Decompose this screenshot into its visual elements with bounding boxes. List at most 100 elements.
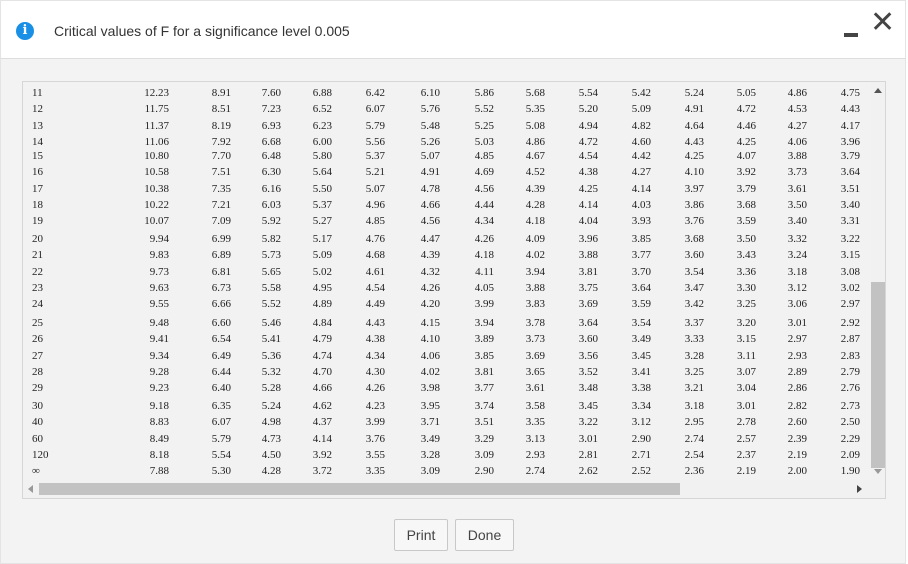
table-cell: 3.88 (787, 150, 807, 162)
table-cell: 4.54 (578, 150, 598, 162)
done-button[interactable]: Done (455, 519, 514, 551)
df-label: 25 (32, 317, 43, 329)
table-cell: 5.25 (474, 120, 494, 132)
horizontal-scroll-thumb[interactable] (39, 483, 680, 495)
table-cell: 4.06 (787, 136, 807, 148)
table-row: 25 9.48 6.60 5.46 4.84 4.43 4.15 3.94 3.78 3.64 3.… (23, 315, 871, 331)
table-row: 13 11.37 8.19 6.93 6.23 5.79 5.48 5.25 5.08 4.94 4… (23, 118, 871, 134)
vertical-scroll-thumb[interactable] (871, 282, 885, 468)
table-row: ∞ 7.88 5.30 4.28 3.72 3.35 3.09 2.90 2.74 2.62 2.5… (23, 463, 871, 479)
table-cell: 3.01 (736, 400, 756, 412)
table-cell: 4.54 (365, 282, 385, 294)
table-cell: 3.74 (474, 400, 494, 412)
table-cell: 3.35 (525, 416, 545, 428)
table-cell: 3.65 (525, 366, 545, 378)
minimize-icon[interactable] (844, 22, 860, 38)
table-cell: 5.65 (261, 266, 281, 278)
table-cell: 2.36 (684, 465, 704, 477)
table-cell: 3.29 (474, 433, 494, 445)
scroll-up-icon[interactable] (874, 88, 882, 93)
table-cell: 3.99 (365, 416, 385, 428)
horizontal-scrollbar[interactable] (23, 480, 885, 498)
table-cell: 6.99 (211, 233, 231, 245)
print-button[interactable]: Print (394, 519, 448, 551)
table-cell: 2.00 (787, 465, 807, 477)
table-cell: 9.41 (149, 333, 169, 345)
table-cell: 5.37 (365, 150, 385, 162)
info-icon: i (16, 22, 34, 40)
table-cell: 2.92 (840, 317, 860, 329)
df-label: 20 (32, 233, 43, 245)
table-cell: 6.40 (211, 382, 231, 394)
table-cell: 4.07 (736, 150, 756, 162)
table-cell: 4.18 (474, 249, 494, 261)
table-row: 30 9.18 6.35 5.24 4.62 4.23 3.95 3.74 3.58 3.45 3.… (23, 398, 871, 414)
table-cell: 3.51 (474, 416, 494, 428)
f-table: 11 12.23 8.91 7.60 6.88 6.42 6.10 5.86 5.68 5.54 5… (23, 82, 871, 480)
df-label: 18 (32, 199, 43, 211)
table-cell: 5.52 (261, 298, 281, 310)
table-cell: 3.18 (684, 400, 704, 412)
table-cell: 3.40 (787, 215, 807, 227)
table-row: 22 9.73 6.81 5.65 5.02 4.61 4.32 4.11 3.94 3.81 3.… (23, 264, 871, 280)
table-cell: 2.74 (684, 433, 704, 445)
table-cell: 7.21 (211, 199, 231, 211)
table-cell: 3.20 (736, 317, 756, 329)
table-cell: 3.08 (840, 266, 860, 278)
table-cell: 5.64 (312, 166, 332, 178)
table-cell: 2.50 (840, 416, 860, 428)
table-cell: 3.76 (684, 215, 704, 227)
table-cell: 3.64 (578, 317, 598, 329)
table-cell: 6.48 (261, 150, 281, 162)
vertical-scrollbar[interactable] (871, 82, 885, 480)
table-row: 17 10.38 7.35 6.16 5.50 5.07 4.78 4.56 4.39 4.25 4… (23, 181, 871, 197)
scroll-right-icon[interactable] (857, 485, 862, 493)
table-cell: 9.18 (149, 400, 169, 412)
table-cell: 2.87 (840, 333, 860, 345)
table-cell: 7.23 (261, 103, 281, 115)
table-cell: 6.66 (211, 298, 231, 310)
table-cell: 3.07 (736, 366, 756, 378)
table-cell: 4.06 (420, 350, 440, 362)
table-row: 60 8.49 5.79 4.73 4.14 3.76 3.49 3.29 3.13 3.01 2.… (23, 431, 871, 447)
table-cell: 4.28 (261, 465, 281, 477)
table-cell: 5.07 (420, 150, 440, 162)
table-cell: 3.06 (787, 298, 807, 310)
table-cell: 5.52 (474, 103, 494, 115)
table-row: 16 10.58 7.51 6.30 5.64 5.21 4.91 4.69 4.52 4.38 4… (23, 164, 871, 180)
table-cell: 4.84 (312, 317, 332, 329)
table-cell: 3.97 (684, 183, 704, 195)
table-cell: 9.34 (149, 350, 169, 362)
table-cell: 3.56 (578, 350, 598, 362)
table-cell: 4.14 (312, 433, 332, 445)
table-row: 27 9.34 6.49 5.36 4.74 4.34 4.06 3.85 3.69 3.56 3.… (23, 348, 871, 364)
table-cell: 3.86 (684, 199, 704, 211)
table-cell: 4.18 (525, 215, 545, 227)
table-cell: 2.93 (787, 350, 807, 362)
table-cell: 4.27 (787, 120, 807, 132)
table-cell: 10.22 (144, 199, 169, 211)
table-cell: 3.68 (684, 233, 704, 245)
scroll-down-icon[interactable] (874, 469, 882, 474)
table-cell: 4.14 (578, 199, 598, 211)
table-cell: 3.21 (684, 382, 704, 394)
table-cell: 5.05 (736, 87, 756, 99)
scroll-left-icon[interactable] (28, 485, 33, 493)
table-cell: 4.38 (578, 166, 598, 178)
table-cell: 9.94 (149, 233, 169, 245)
table-cell: 4.56 (420, 215, 440, 227)
table-cell: 3.41 (631, 366, 651, 378)
table-cell: 3.52 (578, 366, 598, 378)
table-cell: 2.95 (684, 416, 704, 428)
table-cell: 4.05 (474, 282, 494, 294)
table-cell: 4.95 (312, 282, 332, 294)
table-cell: 4.72 (736, 103, 756, 115)
table-cell: 2.52 (631, 465, 651, 477)
table-cell: 4.78 (420, 183, 440, 195)
table-cell: 2.09 (840, 449, 860, 461)
table-cell: 5.09 (631, 103, 651, 115)
table-cell: 4.56 (474, 183, 494, 195)
table-cell: 4.42 (631, 150, 651, 162)
table-cell: 6.16 (261, 183, 281, 195)
close-icon[interactable]: ✕ (870, 8, 895, 38)
